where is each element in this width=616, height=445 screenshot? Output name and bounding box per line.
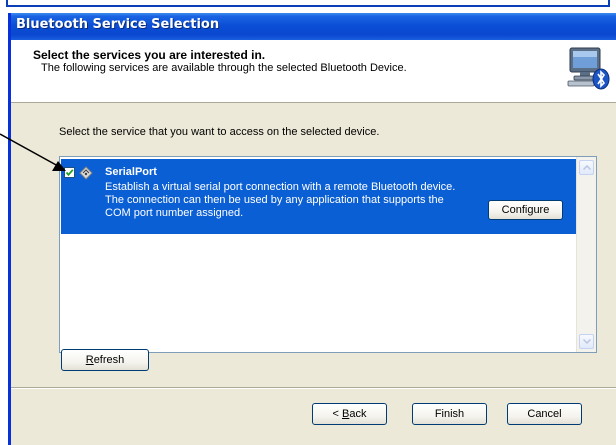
chevron-up-icon <box>583 165 591 170</box>
service-description-line: The connection can then be used by any a… <box>105 194 444 206</box>
background-window-edge <box>6 0 610 7</box>
checkmark-icon <box>65 169 74 177</box>
serial-port-icon <box>79 166 93 180</box>
header-subtitle: The following services are available thr… <box>41 62 407 74</box>
service-description-line: COM port number assigned. <box>105 207 244 219</box>
service-name: SerialPort <box>105 166 157 178</box>
refresh-button[interactable]: Refresh <box>61 349 149 371</box>
instruction-text: Select the service that you want to acce… <box>59 126 380 138</box>
cancel-button[interactable]: Cancel <box>507 403 582 425</box>
scroll-down-button[interactable] <box>579 334 594 349</box>
finish-button[interactable]: Finish <box>412 403 487 425</box>
scroll-up-button[interactable] <box>579 160 594 175</box>
list-item-serialport[interactable]: SerialPort Establish a virtual serial po… <box>61 159 576 234</box>
header-title: Select the services you are interested i… <box>33 48 266 62</box>
back-prefix: < <box>332 408 342 420</box>
refresh-accelerator: R <box>85 354 94 366</box>
chevron-down-icon <box>583 339 591 344</box>
serialport-checkbox[interactable] <box>64 167 75 178</box>
computer-bluetooth-icon <box>567 47 610 90</box>
refresh-label: efresh <box>93 354 125 366</box>
back-button[interactable]: < Back <box>312 403 387 425</box>
title-bar[interactable]: Bluetooth Service Selection <box>11 13 616 40</box>
configure-button[interactable]: Configure <box>488 200 563 220</box>
service-description: Establish a virtual serial port connecti… <box>105 181 455 220</box>
listbox-scrollbar[interactable] <box>576 157 596 352</box>
wizard-header: Select the services you are interested i… <box>11 40 616 103</box>
services-listbox[interactable]: SerialPort Establish a virtual serial po… <box>59 156 597 353</box>
service-description-line: Establish a virtual serial port connecti… <box>105 181 456 193</box>
back-label: ack <box>349 408 367 420</box>
window-title: Bluetooth Service Selection <box>16 17 220 32</box>
screenshot-stage: Bluetooth Service Selection Select the s… <box>0 0 616 445</box>
footer-divider <box>11 387 616 389</box>
bluetooth-service-selection-dialog: Bluetooth Service Selection Select the s… <box>8 13 616 445</box>
